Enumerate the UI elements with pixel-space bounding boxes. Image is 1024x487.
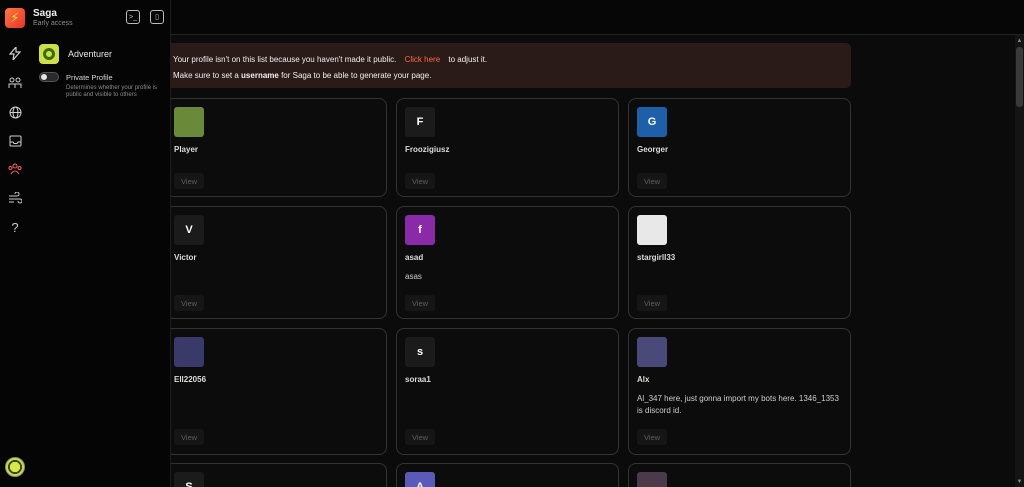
notice-username: username [241,71,279,80]
profile-card[interactable]: V Victor View [165,206,387,319]
avatar: f [405,215,435,245]
lightning-icon[interactable] [5,43,25,63]
sidebar-panel: Saga Early access >_ ▯ Adventurer Privat… [30,0,171,487]
notice-text: Your profile isn't on this list because … [173,55,397,64]
private-profile-toggle[interactable] [39,72,59,82]
view-button[interactable]: View [637,295,667,311]
profile-name: Georger [637,145,669,154]
view-button[interactable]: View [637,429,667,445]
view-button[interactable]: View [405,429,435,445]
community-icon[interactable] [5,159,25,179]
notice-text-3: for Saga to be able to generate your pag… [281,71,432,80]
avatar: F [405,107,435,137]
avatar [637,215,667,245]
view-button[interactable]: View [174,295,204,311]
help-icon[interactable]: ? [5,217,25,237]
avatar: S [174,472,204,487]
avatar: G [637,107,667,137]
tier-badge-icon [39,44,59,64]
profile-card[interactable]: Ell22056 View [165,328,387,455]
profile-card[interactable]: G Georger View [628,98,851,197]
profile-name: Victor [174,253,197,262]
profile-name: Ell22056 [174,375,207,384]
avatar: A [405,472,435,487]
app-name: Saga [33,8,57,19]
avatar: V [174,215,204,245]
scroll-down-icon[interactable]: ▼ [1016,478,1023,486]
profile-name: Froozigiusz [405,145,450,154]
profile-name: soraa1 [405,375,431,384]
profile-name: asad [405,253,424,262]
notice-text-2: Make sure to set a [173,71,239,80]
profile-card[interactable]: stargirll33 View [628,206,851,319]
view-button[interactable]: View [405,295,435,311]
terminal-icon[interactable]: >_ [126,10,140,24]
avatar [637,472,667,487]
profile-card[interactable]: F Froozigiusz View [396,98,619,197]
profile-card[interactable] [628,463,851,487]
profile-bio: asas [405,272,422,281]
notice-text-after: to adjust it. [448,55,488,64]
avatar [174,337,204,367]
profile-card[interactable]: f asad asas View [396,206,619,319]
profile-card[interactable]: A [396,463,619,487]
tier-name: Adventurer [68,49,113,59]
profile-name: stargirll33 [637,253,676,262]
people-icon[interactable] [5,73,25,93]
sidebar-toggle-icon[interactable]: ▯ [150,10,164,24]
globe-icon[interactable] [5,102,25,122]
private-profile-label: Private Profile [66,73,113,82]
avatar [637,337,667,367]
wind-icon[interactable] [5,188,25,208]
view-button[interactable]: View [405,173,435,189]
public-profile-notice: Your profile isn't on this list because … [165,43,851,88]
adjust-link[interactable]: Click here [405,55,441,64]
view-button[interactable]: View [637,173,667,189]
icon-rail: ⚡ ? [0,0,30,487]
profile-card[interactable]: S [165,463,387,487]
profile-card[interactable]: Player View [165,98,387,197]
scroll-up-icon[interactable]: ▲ [1016,37,1023,45]
user-avatar[interactable] [5,457,25,477]
avatar [174,107,204,137]
app-subtitle: Early access [33,20,73,27]
profile-card[interactable]: s soraa1 View [396,328,619,455]
inbox-icon[interactable] [5,131,25,151]
profile-card[interactable]: Alx Al_347 here, just gonna import my bot… [628,328,851,455]
profile-name: Player [174,145,199,154]
profile-bio: Al_347 here, just gonna import my bots h… [637,394,839,415]
avatar: s [405,337,435,367]
view-button[interactable]: View [174,429,204,445]
saga-logo-icon[interactable]: ⚡ [5,8,25,28]
scrollbar-thumb[interactable] [1016,47,1023,107]
scrollbar[interactable]: ▲ ▼ [1015,35,1024,487]
view-button[interactable]: View [174,173,204,189]
private-profile-description: Determines whether your profile is publi… [66,85,158,98]
profile-name: Alx [637,375,650,384]
